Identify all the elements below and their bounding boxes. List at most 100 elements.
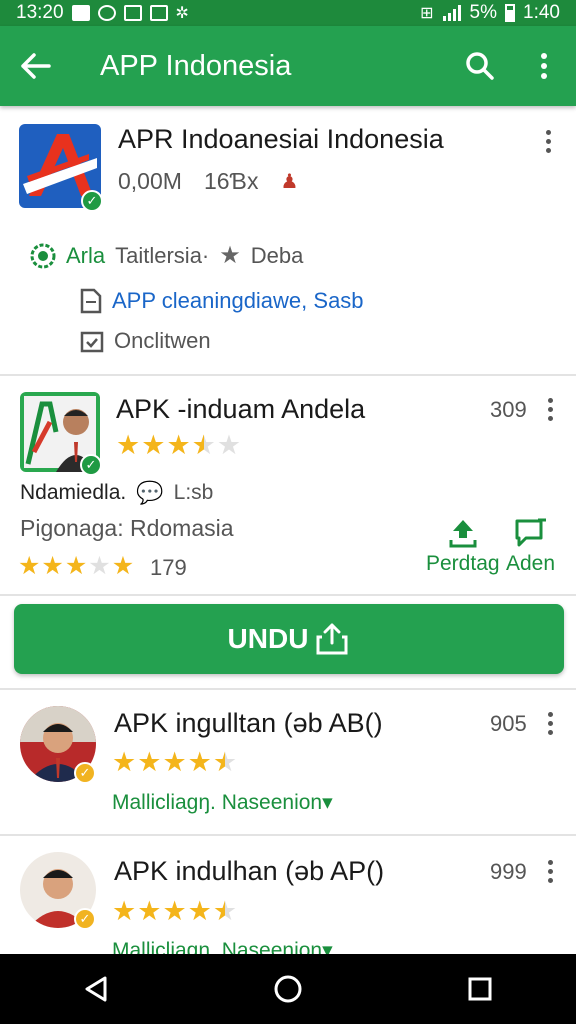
featured-link-row[interactable]: APP cleaningdiawe, Sasb (80, 288, 364, 314)
upload-icon (449, 520, 477, 548)
nav-recents-button[interactable] (450, 959, 510, 1019)
star-icon: ★ (219, 242, 241, 269)
item2-subtitle[interactable]: Mallicliagŋ. Naseenion▾ (112, 790, 333, 815)
share-upload-icon (316, 623, 348, 655)
arrow-back-icon (21, 53, 51, 79)
item2-more-button[interactable] (540, 710, 560, 736)
status-clock: 1:40 (523, 2, 560, 23)
item1-category: Pigonaga: Rdomasia (20, 515, 234, 541)
star-half-icon: ★ (212, 896, 238, 926)
more-vert-icon (547, 397, 553, 421)
item1-reviews: 179 (150, 555, 187, 580)
battery-icon (505, 4, 516, 22)
item3-more-button[interactable] (540, 858, 560, 884)
item3-name[interactable]: APK indulhan (ǝb AP() (114, 856, 384, 887)
featured-app-meta: 0,00M 16Ɓx ♟ (118, 168, 298, 195)
search-icon (466, 52, 494, 80)
star-icon: ★ (116, 430, 141, 460)
item2-count: 905 (490, 711, 527, 736)
star-icon: ★ (137, 896, 162, 926)
star-icon: ★ (41, 552, 64, 580)
system-nav-bar (0, 954, 576, 1024)
item1-rating-stars: ★ ★ ★ ★ ★ (116, 432, 241, 459)
item1-action2-label[interactable]: Aden (506, 552, 555, 576)
status-time: 13:20 (16, 2, 64, 23)
star-icon: ★ (187, 896, 212, 926)
item1-action1-label[interactable]: Perdtag (426, 552, 500, 576)
star-icon: ★ (162, 747, 187, 777)
app-downloads: 16Ɓx (203, 168, 259, 194)
overflow-menu-button[interactable] (512, 26, 576, 106)
star-icon: ★ (112, 896, 137, 926)
gear-badge-icon (30, 243, 56, 268)
nav-home-button[interactable] (258, 959, 318, 1019)
app-size: 0,00M (118, 168, 182, 194)
nav-back-button[interactable] (66, 959, 126, 1019)
featured-tag-secondary: Taitlersia· (115, 242, 210, 268)
verified-badge-icon: ✓ (74, 908, 96, 930)
item1-more-button[interactable] (540, 396, 560, 422)
star-icon: ★ (141, 430, 166, 460)
divider (0, 374, 576, 376)
divider (0, 594, 576, 596)
item1-action-share[interactable]: Perdtag (426, 518, 500, 576)
search-button[interactable] (448, 26, 512, 106)
verified-badge-icon: ✓ (80, 454, 102, 476)
app-bar: APP Indonesia (0, 26, 576, 106)
star-half-icon: ★ (212, 747, 238, 777)
star-icon: ★ (64, 552, 88, 580)
chat-icon: 💬 (136, 480, 164, 505)
more-vert-icon (545, 129, 551, 153)
comment-icon (515, 518, 546, 547)
nav-home-icon (274, 975, 302, 1003)
item1-rating-stars-2: ★ ★ ★ ★ ★ (18, 554, 134, 579)
more-vert-icon (547, 711, 553, 735)
star-icon: ★ (187, 747, 212, 777)
back-button[interactable] (0, 26, 72, 106)
featured-more-button[interactable] (538, 128, 558, 154)
featured-link-text[interactable]: APP cleaningdiawe, Sasb (112, 288, 364, 314)
featured-online-text: Onclitwen (114, 328, 211, 353)
item1-name[interactable]: APK -induam Andela (116, 394, 365, 425)
screenshot-icon (123, 5, 142, 21)
item1-developer-row: Ndamiedla. 💬 L:sb (20, 480, 213, 506)
item1-developer: Ndamiedla. (20, 481, 127, 504)
sync-icon (97, 5, 116, 21)
page-title: APP Indonesia (100, 49, 292, 82)
star-icon: ★ (18, 552, 41, 580)
nav-recents-icon (468, 977, 492, 1001)
verified-badge-icon: ✓ (81, 190, 103, 212)
featured-tag-rating: Deba (250, 242, 304, 268)
star-icon: ★ (111, 552, 135, 580)
featured-tag-primary: Arla (66, 242, 106, 268)
vibrate-icon: ⊞ (420, 5, 434, 22)
item2-name[interactable]: APK ingulltan (ǝb AB() (114, 708, 383, 739)
star-icon: ★ (137, 747, 162, 777)
star-icon: ★ (162, 896, 187, 926)
divider (0, 834, 576, 836)
item3-rating-stars: ★ ★ ★ ★ ★ (112, 898, 237, 925)
featured-tags-row: Arla Taitlersia· ★ Deba (30, 241, 303, 270)
star-empty-icon: ★ (88, 552, 111, 580)
item1-chat-text: L:sb (173, 481, 214, 504)
item3-count: 999 (490, 859, 527, 884)
item1-action-comment[interactable]: Aden (506, 518, 555, 576)
item1-count: 309 (490, 397, 527, 422)
divider (0, 688, 576, 690)
star-icon: ★ (166, 430, 191, 460)
verified-badge-icon: ✓ (74, 762, 96, 784)
gallery-icon (149, 5, 168, 21)
signal-icon (442, 5, 461, 21)
person-icon: ♟ (280, 171, 299, 193)
nav-back-icon (85, 976, 107, 1002)
calendar-icon (80, 331, 104, 353)
featured-app-name[interactable]: APR Indoanesiai Indonesia (118, 124, 444, 155)
bug-icon: ✲ (175, 5, 189, 22)
more-vert-icon (547, 859, 553, 883)
star-icon: ★ (112, 747, 137, 777)
battery-percent: 5% (469, 2, 498, 23)
download-button-label: UNDU (227, 623, 309, 654)
featured-online-row: Onclitwen (80, 328, 211, 354)
download-button[interactable]: UNDU (14, 604, 564, 674)
star-empty-icon: ★ (216, 430, 242, 460)
